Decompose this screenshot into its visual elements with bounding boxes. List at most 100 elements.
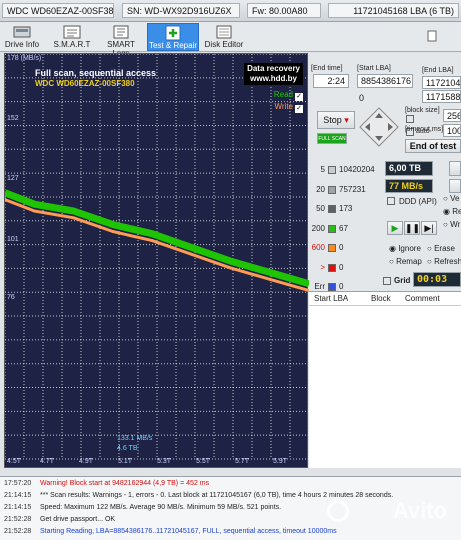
toolbar: Drive Info S.M.A.R.T SMART Logs Test & R… [0, 22, 461, 58]
block-color-swatch [328, 263, 336, 272]
speed-display: 77 MB/s [385, 179, 433, 193]
block-ms-label: > [320, 262, 325, 272]
block-count: 67 [339, 223, 348, 233]
data-point-write [111, 229, 115, 233]
stop-button[interactable]: Stop ▾ [317, 111, 355, 129]
data-point-write [32, 209, 36, 213]
title-bar: WDC WD60EZAZ-00SF380 SN: WD-WX92D916UZ6X… [0, 0, 461, 22]
y-tick-label: 127 [7, 175, 19, 182]
ignore-radio[interactable]: ◉ Ignore [389, 244, 421, 253]
x-tick-label: 4.7T [40, 458, 55, 465]
play-icon[interactable]: ▶ [387, 221, 403, 235]
y-tick-label: 178 (MB/s) [7, 55, 42, 62]
graph-drive-name: WDC WD60EZAZ-00SF380 [35, 79, 135, 88]
block-size-label: [block size] [405, 107, 440, 114]
smart-tab[interactable]: S.M.A.R.T [48, 23, 96, 51]
block-ms-label: 200 [311, 223, 325, 233]
log-row: 21:52:28 Starting Reading, LBA=8854386176… [4, 528, 337, 535]
pause-icon[interactable]: ❚❚ [404, 221, 420, 235]
y-tick-label: 76 [7, 294, 15, 301]
block-count: 0 [339, 243, 344, 252]
legend-read-checkbox[interactable]: ✓ [295, 93, 303, 101]
verify-radio[interactable]: ○ Ve [443, 194, 459, 203]
erase-radio[interactable]: ○ Erase [427, 244, 455, 253]
block-color-swatch [328, 244, 336, 252]
data-point-read [111, 223, 115, 227]
y-tick-label: 152 [7, 115, 19, 122]
data-point-write [268, 277, 272, 281]
legend-write-checkbox[interactable]: ✓ [295, 105, 303, 113]
log-message: Warning! Block start at 9482162944 (4,9 … [40, 480, 210, 487]
table-header-comment: Comment [405, 294, 440, 303]
end-lba-input[interactable]: 11721045 [422, 76, 461, 89]
legend-read-label: Read [273, 90, 293, 99]
table-header-start-lba: Start LBA [314, 294, 349, 303]
refresh-radio[interactable]: ○ Refresh [427, 257, 461, 266]
block-size-checkbox[interactable] [406, 115, 414, 123]
log-row: 21:14:15 Speed: Maximum 122 MB/s. Average… [4, 504, 281, 511]
avito-logo-icon [327, 500, 349, 522]
x-tick-label: 5.3T [157, 458, 172, 465]
remap-radio[interactable]: ○ Remap [389, 257, 422, 266]
log-message: Get drive passport... OK [40, 516, 116, 523]
log-message: Starting Reading, LBA=8854386176..117210… [40, 528, 337, 535]
block-count: 0 [339, 282, 344, 291]
grid-label: Grid [394, 276, 411, 285]
plus-icon [165, 25, 181, 41]
write-radio[interactable]: ○ Wr [443, 220, 460, 229]
skip-icon[interactable]: ▶| [421, 221, 437, 235]
log-row: 17:57:20 Warning! Block start at 94821629… [4, 480, 209, 487]
firmware-field: Fw: 80.00A80 [247, 3, 321, 18]
ddd-api-checkbox[interactable] [387, 197, 395, 205]
block-count: 10420204 [339, 165, 375, 174]
block-ms-label: 50 [316, 204, 325, 213]
direction-pad-icon[interactable] [359, 107, 399, 147]
table-header-block: Block [371, 294, 391, 303]
x-tick-label: 4.5T [7, 458, 22, 465]
stop-label: Stop [323, 115, 342, 125]
timeout-input[interactable]: 1000 [443, 124, 461, 137]
full-scan-button[interactable]: FULL SCAN [317, 133, 347, 144]
position-readout: 4.6 TB [117, 445, 138, 452]
block-ms-label: 600 [311, 243, 325, 252]
end-of-test-button[interactable]: End of test [405, 139, 461, 153]
smart-logs-tab[interactable]: SMART Logs [98, 23, 144, 58]
drive-info-label: Drive Info [4, 40, 40, 49]
data-point-read [189, 245, 193, 249]
block-size-input[interactable]: 256 [443, 109, 461, 122]
remap-label: Remap [396, 257, 422, 266]
data-point-read [268, 270, 272, 274]
end-lba-secondary[interactable]: 117158877 [422, 90, 461, 103]
drive-info-tab[interactable]: Drive Info [2, 23, 42, 51]
defects-table[interactable]: Start LBA Block Comment [309, 291, 461, 468]
end-time-input[interactable]: 2:24 [313, 74, 349, 88]
data-point-write [229, 266, 233, 270]
zoom-button[interactable] [449, 161, 461, 176]
erase-label: Erase [434, 244, 455, 253]
table-header-divider [309, 305, 461, 306]
test-repair-tab[interactable]: Test & Repair [147, 23, 199, 51]
total-size-display: 6,00 TB [385, 161, 433, 176]
log-time: 21:52:28 [4, 528, 32, 535]
disk-editor-icon [216, 25, 232, 39]
zoom-button-2[interactable] [449, 179, 461, 193]
data-point-read [229, 259, 233, 263]
disk-editor-tab[interactable]: Disk Editor [202, 23, 246, 51]
test-repair-label: Test & Repair [148, 41, 198, 50]
ignore-label: Ignore [398, 244, 421, 253]
block-ms-label: Err [314, 282, 325, 291]
log-row: 21:52:28 Get drive passport... OK [4, 516, 115, 523]
log-message: *** Scan results: Warnings - 1, errors -… [40, 492, 394, 499]
drive-model-field[interactable]: WDC WD60EZAZ-00SF380 [2, 3, 114, 18]
smart-logs-icon [113, 25, 129, 39]
help-icon[interactable] [427, 30, 437, 44]
start-lba-input[interactable]: 8854386176 [357, 74, 413, 88]
smart-icon [63, 25, 81, 39]
brand-line2: www.hdd.by [250, 74, 297, 83]
x-tick-label: 5.9T [273, 458, 288, 465]
read-radio[interactable]: ◉ Rea [443, 207, 461, 216]
legend-write[interactable]: Write ✓ [274, 102, 303, 113]
grid-checkbox[interactable] [383, 277, 391, 285]
x-tick-label: 4.9T [79, 458, 94, 465]
legend-read[interactable]: Read ✓ [274, 90, 303, 101]
